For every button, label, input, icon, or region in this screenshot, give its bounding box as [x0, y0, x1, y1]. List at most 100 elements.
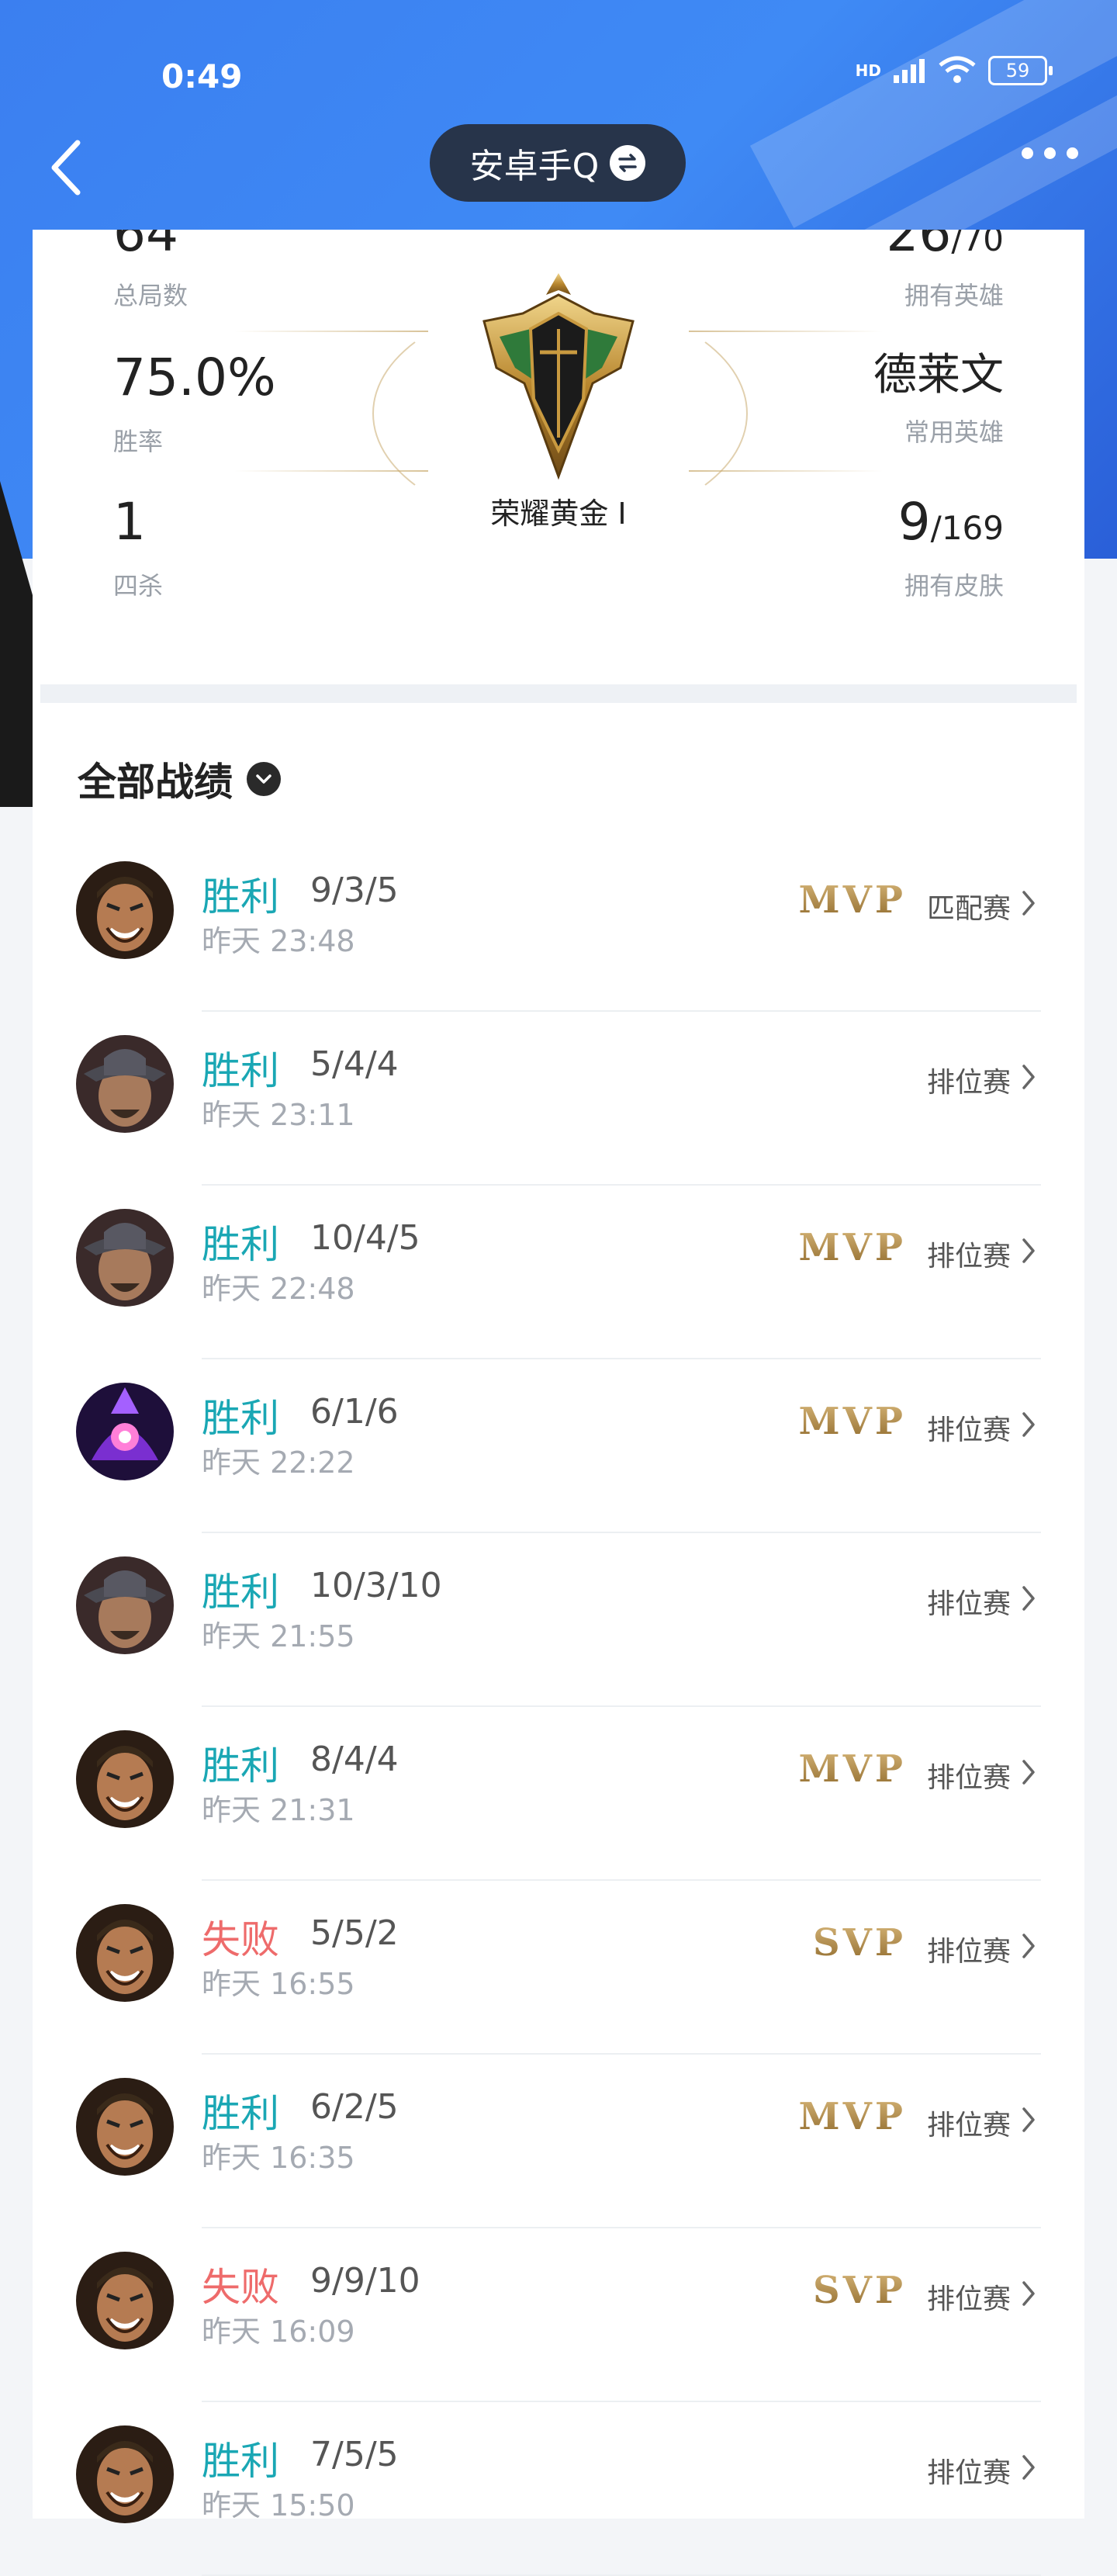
chevron-right-icon [1022, 891, 1035, 916]
chevron-right-icon [1022, 2455, 1035, 2480]
match-mode: 排位赛 [926, 1936, 1011, 1968]
match-time: 昨天 23:11 [202, 1098, 355, 1132]
match-mode: 排位赛 [926, 1241, 1011, 1272]
profile-card: 64 总局数 75.0% 胜率 1 四杀 26/70 拥有英雄 德莱文 常用英雄… [33, 230, 1084, 2576]
match-filter-dropdown[interactable]: 全部战绩 [78, 751, 281, 807]
match-mode: 排位赛 [926, 2457, 1011, 2489]
mvp-badge: MVP [798, 1226, 906, 1269]
mvp-badge: MVP [798, 1747, 906, 1791]
battery-indicator: 59 [988, 56, 1053, 85]
match-result: 胜利 [202, 874, 279, 919]
match-row[interactable]: 胜利 5/4/4 昨天 23:11 排位赛 [33, 1012, 1084, 1186]
match-mode: 排位赛 [926, 1414, 1011, 1446]
account-title: 安卓手Q [469, 147, 600, 186]
match-result: 胜利 [202, 1570, 279, 1615]
match-row[interactable]: 胜利 10/4/5 昨天 22:48 MVP 排位赛 [33, 1186, 1084, 1359]
heroes-owned-stat: 26/70 [886, 230, 1004, 259]
match-row[interactable]: 胜利 10/3/10 昨天 21:55 排位赛 [33, 1533, 1084, 1707]
match-mode: 排位赛 [926, 1067, 1011, 1099]
decor-line [689, 331, 883, 332]
match-list: 胜利 9/3/5 昨天 23:48 MVP 匹配赛 胜利 5/4/4 昨天 23… [33, 838, 1084, 2576]
match-row[interactable]: 胜利 8/4/4 昨天 21:31 MVP 排位赛 [33, 1707, 1084, 1881]
match-result: 胜利 [202, 1222, 279, 1267]
match-result: 胜利 [202, 1048, 279, 1093]
match-result: 失败 [202, 2265, 279, 2310]
common-hero-label: 常用英雄 [904, 417, 1004, 447]
match-result: 胜利 [202, 1396, 279, 1441]
chevron-right-icon [1022, 1760, 1035, 1785]
quadra-kills-label: 四杀 [113, 571, 164, 601]
match-time: 昨天 23:48 [202, 924, 355, 958]
match-row[interactable]: 胜利 6/1/6 昨天 22:22 MVP 排位赛 [33, 1359, 1084, 1533]
top-nav: 安卓手Q [0, 124, 1117, 209]
chevron-right-icon [1022, 2281, 1035, 2306]
match-kda: 5/4/4 [310, 1044, 399, 1084]
match-mode: 排位赛 [926, 1588, 1011, 1620]
skins-owned-stat: 9/169 [898, 497, 1004, 548]
win-rate-value: 75.0% [113, 348, 276, 407]
hero-avatar [76, 2078, 174, 2176]
match-result: 失败 [202, 1917, 279, 1962]
match-kda: 9/3/5 [310, 871, 399, 910]
skins-owned-total: /169 [930, 509, 1004, 547]
heroes-owned-total: /70 [951, 230, 1004, 258]
skins-owned-value: 9 [897, 492, 931, 552]
match-kda: 10/3/10 [310, 1566, 442, 1605]
signal-icon [894, 59, 925, 83]
heroes-owned-value: 26 [886, 230, 952, 263]
more-menu-icon[interactable] [1022, 147, 1078, 159]
match-time: 昨天 22:48 [202, 1272, 355, 1306]
match-result: 胜利 [202, 2091, 279, 2136]
match-row[interactable]: 胜利 6/2/5 昨天 16:35 MVP 排位赛 [33, 2055, 1084, 2228]
common-hero-value: 德莱文 [873, 350, 1004, 400]
heroes-owned-label: 拥有英雄 [904, 281, 1004, 310]
match-time: 昨天 16:55 [202, 1967, 355, 2001]
hero-avatar [76, 2425, 174, 2523]
mvp-badge: MVP [798, 2095, 906, 2138]
chevron-right-icon [1022, 2107, 1035, 2132]
status-icons: HD 59 [856, 56, 1053, 85]
skins-owned-label: 拥有皮肤 [904, 571, 1004, 601]
quadra-kills-value: 1 [113, 492, 146, 552]
match-row[interactable]: 胜利 9/3/5 昨天 23:48 MVP 匹配赛 [33, 838, 1084, 1012]
account-switcher[interactable]: 安卓手Q [430, 124, 686, 202]
total-games-label: 总局数 [113, 281, 188, 310]
match-row[interactable]: 失败 9/9/10 昨天 16:09 SVP 排位赛 [33, 2228, 1084, 2402]
match-mode: 排位赛 [926, 2110, 1011, 2141]
chevron-right-icon [1022, 1065, 1035, 1089]
win-rate-label: 胜率 [113, 427, 164, 456]
match-mode: 排位赛 [926, 2283, 1011, 2315]
swap-icon [610, 145, 646, 181]
match-row[interactable]: 失败 5/5/2 昨天 16:55 SVP 排位赛 [33, 1881, 1084, 2055]
hero-avatar [76, 1556, 174, 1654]
wifi-icon [939, 56, 976, 83]
match-time: 昨天 22:22 [202, 1446, 355, 1480]
chevron-right-icon [1022, 1238, 1035, 1263]
match-result: 胜利 [202, 2439, 279, 2484]
match-kda: 10/4/5 [310, 1218, 420, 1258]
chevron-right-icon [1022, 1934, 1035, 1958]
total-games-value: 64 [113, 230, 178, 263]
back-arrow-icon[interactable] [39, 137, 101, 199]
match-time: 昨天 21:55 [202, 1619, 355, 1653]
match-row[interactable]: 胜利 7/5/5 昨天 15:50 排位赛 [33, 2402, 1084, 2576]
mvp-badge: MVP [798, 1400, 906, 1443]
decor-line [234, 331, 428, 332]
match-time: 昨天 15:50 [202, 2488, 355, 2522]
match-mode: 排位赛 [926, 1762, 1011, 1794]
svp-badge: SVP [813, 1921, 906, 1965]
match-time: 昨天 16:09 [202, 2315, 355, 2349]
mvp-badge: MVP [798, 878, 906, 922]
gold-rank-emblem-icon [482, 273, 635, 480]
stats-panel: 64 总局数 75.0% 胜率 1 四杀 26/70 拥有英雄 德莱文 常用英雄… [33, 230, 1084, 687]
chevron-right-icon [1022, 1586, 1035, 1611]
rank-name: 荣耀黄金 Ⅰ [490, 497, 627, 531]
match-kda: 9/9/10 [310, 2261, 420, 2301]
svp-badge: SVP [813, 2269, 906, 2312]
hero-avatar [76, 1035, 174, 1133]
chevron-down-icon [247, 762, 281, 796]
match-mode: 匹配赛 [926, 893, 1011, 925]
hero-avatar [76, 1730, 174, 1828]
hero-avatar [76, 1383, 174, 1480]
chevron-right-icon [1022, 1412, 1035, 1437]
